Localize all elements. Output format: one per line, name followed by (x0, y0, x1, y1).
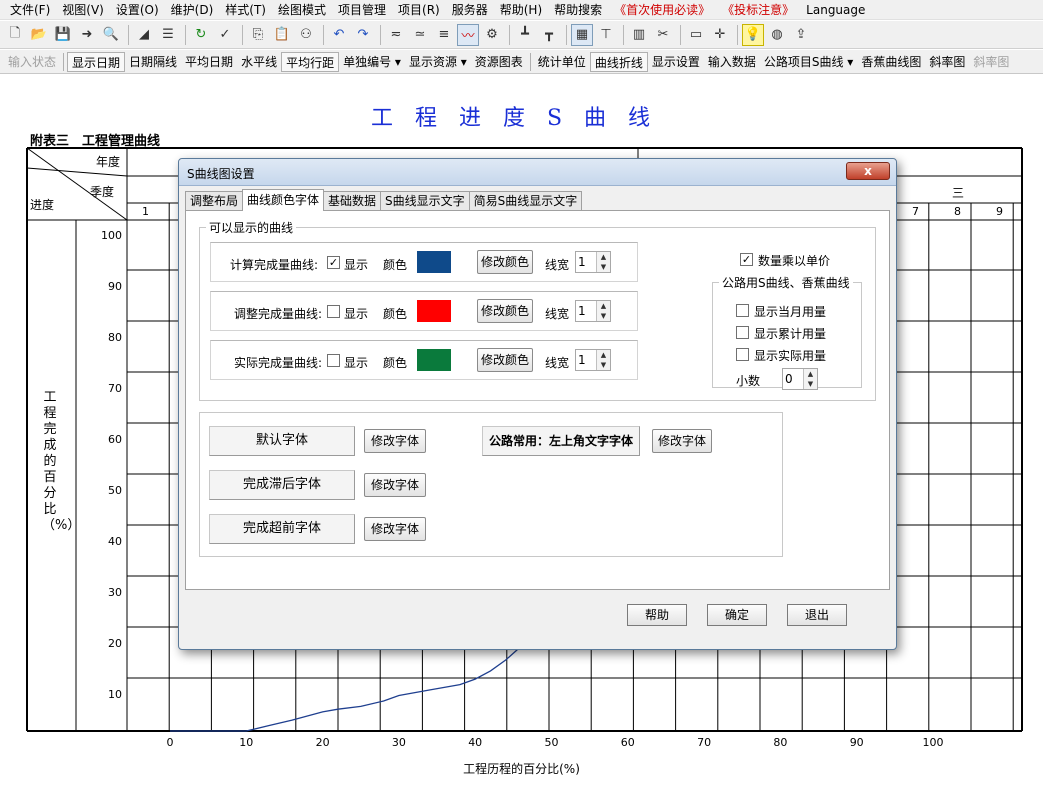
decimal-spinner[interactable]: 0 ▲ ▼ (782, 368, 818, 390)
x-tick-label: 10 (239, 736, 254, 749)
month-label: 9 (996, 205, 1003, 218)
x-tick-label: 80 (773, 736, 788, 749)
road-common-font-label: 公路常用：左上角文字字体 (482, 426, 640, 456)
x-tick-label: 90 (849, 736, 864, 749)
s-curve-settings-dialog: S曲线图设置 x 调整布局 曲线颜色字体 基础数据 S曲线显示文字 简易S曲线显… (178, 158, 897, 650)
dialog-body: 调整布局 曲线颜色字体 基础数据 S曲线显示文字 简易S曲线显示文字 可以显示的… (185, 189, 890, 590)
spinner-arrows-icon[interactable]: ▲ ▼ (596, 350, 610, 370)
s-curve-line (170, 645, 522, 732)
tab-panel: 可以显示的曲线 ✓ 数量乘以单价 公路用S曲线、香蕉曲线 显示当月用量 显示累计… (185, 210, 890, 590)
dialog-title: S曲线图设置 (187, 167, 255, 181)
x-tick-label: 30 (391, 736, 406, 749)
show-actual-label: 显示实际用量 (754, 349, 827, 363)
late-font-button[interactable]: 修改字体 (364, 473, 426, 497)
header-year: 年度 (96, 155, 121, 169)
x-axis-label: 工程历程的百分比(%) (463, 762, 580, 776)
late-font-label: 完成滞后字体 (209, 470, 355, 500)
road-common-font-button[interactable]: 修改字体 (652, 429, 712, 453)
multiply-unit-label: 数量乘以单价 (758, 254, 831, 268)
default-font-label: 默认字体 (209, 426, 355, 456)
x-tick-label: 20 (315, 736, 330, 749)
line-width-label: 线宽 (545, 356, 570, 370)
x-tick-label: 70 (697, 736, 712, 749)
spinner-arrows-icon[interactable]: ▲ ▼ (596, 301, 610, 321)
y-tick-label: 100 (101, 229, 122, 242)
show-monthly-label: 显示当月用量 (754, 305, 827, 319)
curve-show-label: 显示 (344, 307, 369, 321)
dialog-titlebar[interactable]: S曲线图设置 x (179, 159, 896, 186)
ok-button[interactable]: 确定 (707, 604, 767, 626)
curve-name-label: 调整完成量曲线: (234, 307, 323, 321)
y-tick-label: 70 (108, 382, 122, 395)
line-width-value: 1 (578, 255, 586, 269)
change-color-button[interactable]: 修改颜色 (477, 348, 533, 372)
curve-color-label: 颜色 (383, 356, 408, 370)
curve-color-swatch[interactable] (417, 251, 451, 273)
show-cumulative-label: 显示累计用量 (754, 327, 827, 341)
x-tick-label: 100 (922, 736, 944, 749)
curve-color-label: 颜色 (383, 307, 408, 321)
decimal-value: 0 (785, 372, 793, 386)
curve-show-label: 显示 (344, 258, 369, 272)
change-color-button[interactable]: 修改颜色 (477, 299, 533, 323)
early-font-button[interactable]: 修改字体 (364, 517, 426, 541)
y-tick-label: 60 (108, 433, 122, 446)
month-label: 8 (954, 205, 961, 218)
month-label: 7 (912, 205, 919, 218)
curve-show-checkbox[interactable] (327, 305, 340, 318)
y-tick-label: 90 (108, 280, 122, 293)
exit-button[interactable]: 退出 (787, 604, 847, 626)
curve-show-checkbox[interactable]: ✓ (327, 256, 340, 269)
y-axis-label: 工程完成的百分比（%） (42, 390, 81, 533)
curve-color-swatch[interactable] (417, 349, 451, 371)
show-monthly-checkbox[interactable] (736, 304, 749, 317)
spinner-arrows-icon[interactable]: ▲ ▼ (803, 369, 817, 389)
y-tick-label: 80 (108, 331, 122, 344)
multiply-unit-checkbox[interactable]: ✓ (740, 253, 753, 266)
x-tick-label: 0 (166, 736, 174, 749)
decimal-label: 小数 (736, 374, 761, 388)
curves-group-caption: 可以显示的曲线 (206, 219, 297, 236)
road-curve-group-caption: 公路用S曲线、香蕉曲线 (719, 274, 853, 291)
y-tick-label: 50 (108, 484, 122, 497)
tab-layout[interactable]: 调整布局 (185, 191, 244, 211)
line-width-label: 线宽 (545, 258, 570, 272)
default-font-button[interactable]: 修改字体 (364, 429, 426, 453)
x-tick-label: 50 (544, 736, 559, 749)
change-color-button[interactable]: 修改颜色 (477, 250, 533, 274)
curve-show-checkbox[interactable] (327, 354, 340, 367)
x-tick-label: 40 (468, 736, 483, 749)
show-actual-checkbox[interactable] (736, 348, 749, 361)
close-button[interactable]: x (846, 162, 890, 180)
curve-color-swatch[interactable] (417, 300, 451, 322)
tab-s-curve-text[interactable]: S曲线显示文字 (380, 191, 470, 211)
tab-strip: 调整布局 曲线颜色字体 基础数据 S曲线显示文字 简易S曲线显示文字 (185, 189, 583, 211)
line-width-spinner[interactable]: 1 ▲ ▼ (575, 349, 611, 371)
line-width-value: 1 (578, 304, 586, 318)
y-tick-label: 40 (108, 535, 122, 548)
curve-name-label: 实际完成量曲线: (234, 356, 323, 370)
curve-show-label: 显示 (344, 356, 369, 370)
y-tick-label: 20 (108, 637, 122, 650)
x-tick-label: 60 (620, 736, 635, 749)
tab-curve-color-font[interactable]: 曲线颜色字体 (242, 189, 325, 211)
header-quarter-three: 三 (952, 186, 965, 200)
y-tick-label: 30 (108, 586, 122, 599)
curve-name-label: 计算完成量曲线: (230, 258, 319, 272)
y-tick-label: 10 (108, 688, 122, 701)
tab-simple-s-curve-text[interactable]: 简易S曲线显示文字 (468, 191, 583, 211)
help-button[interactable]: 帮助 (627, 604, 687, 626)
line-width-value: 1 (578, 353, 586, 367)
line-width-spinner[interactable]: 1 ▲ ▼ (575, 300, 611, 322)
line-width-label: 线宽 (545, 307, 570, 321)
line-width-spinner[interactable]: 1 ▲ ▼ (575, 251, 611, 273)
spinner-arrows-icon[interactable]: ▲ ▼ (596, 252, 610, 272)
header-quarter: 季度 (90, 185, 115, 199)
month-label: 1 (142, 205, 149, 218)
tab-base-data[interactable]: 基础数据 (323, 191, 382, 211)
show-cumulative-checkbox[interactable] (736, 326, 749, 339)
curve-color-label: 颜色 (383, 258, 408, 272)
early-font-label: 完成超前字体 (209, 514, 355, 544)
header-progress: 进度 (30, 198, 55, 212)
